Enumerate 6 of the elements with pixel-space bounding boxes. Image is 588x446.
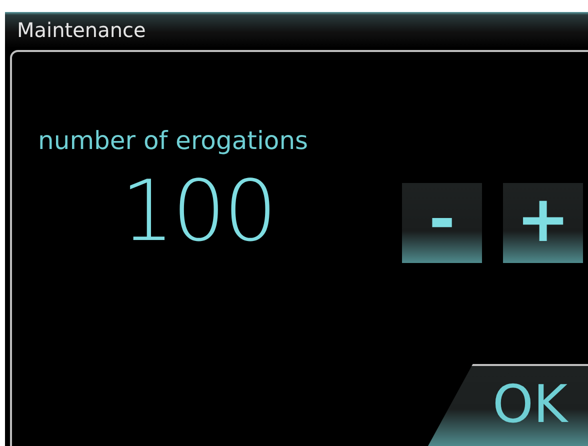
counter-label: number of erogations xyxy=(38,126,310,155)
ok-button[interactable]: OK xyxy=(428,364,588,446)
increment-button[interactable]: + xyxy=(503,183,583,263)
counter-value: 100 xyxy=(120,162,276,260)
window-title: Maintenance xyxy=(5,12,588,48)
decrement-button[interactable]: - xyxy=(402,183,482,263)
